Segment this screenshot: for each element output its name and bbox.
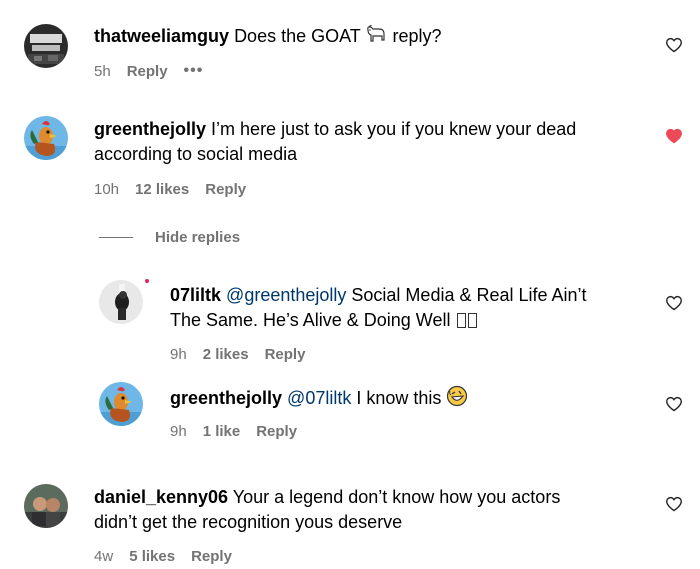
timestamp: 4w [94, 548, 114, 565]
avatar[interactable] [24, 484, 68, 528]
comment-meta: 4w 5 likes Reply [94, 548, 232, 565]
likes-count[interactable]: 5 likes [129, 548, 175, 565]
divider [99, 237, 133, 238]
avatar[interactable] [24, 24, 68, 68]
comment-text: greenthejolly @07liltk I know this [170, 385, 640, 414]
likes-count[interactable]: 12 likes [135, 181, 189, 198]
mention-link[interactable]: @greenthejolly [226, 285, 346, 305]
new-story-dot [145, 279, 149, 283]
heart-icon[interactable] [665, 496, 683, 512]
username[interactable]: 07liltk [170, 285, 221, 305]
username[interactable]: daniel_kenny06 [94, 487, 228, 507]
mention-link[interactable]: @07liltk [287, 388, 351, 408]
comment-body-line2: The Same. He’s Alive & Doing Well [170, 310, 451, 330]
likes-count[interactable]: 1 like [203, 423, 241, 440]
comment-meta: 9h 1 like Reply [170, 423, 297, 440]
timestamp: 9h [170, 423, 187, 440]
timestamp: 9h [170, 346, 187, 363]
username[interactable]: greenthejolly [170, 388, 282, 408]
comment-body: Your a legend don’t know how you actors [232, 487, 561, 507]
hide-replies-button[interactable]: Hide replies [99, 229, 240, 246]
comment-text: 07liltk @greenthejolly Social Media & Re… [170, 283, 640, 333]
goat-emoji-icon [365, 24, 387, 52]
comment-text: thatweeliamguy Does the GOAT reply? [94, 24, 634, 52]
avatar[interactable] [99, 280, 143, 324]
comment-text: daniel_kenny06 Your a legend don’t know … [94, 485, 634, 535]
heart-icon[interactable] [665, 37, 683, 53]
heart-icon[interactable] [665, 396, 683, 412]
timestamp: 5h [94, 62, 111, 80]
comment-body: I’m here just to ask you if you knew you… [211, 119, 577, 139]
comment-body: Does the GOAT [234, 26, 361, 46]
comment-meta: 10h 12 likes Reply [94, 181, 246, 198]
username[interactable]: thatweeliamguy [94, 26, 229, 46]
comment-text: greenthejolly I’m here just to ask you i… [94, 117, 634, 167]
likes-count[interactable]: 2 likes [203, 346, 249, 363]
heart-icon[interactable] [665, 128, 683, 144]
more-options-button[interactable]: ••• [184, 62, 204, 80]
reply-button[interactable]: Reply [256, 423, 297, 440]
heart-icon[interactable] [665, 295, 683, 311]
hide-replies-label[interactable]: Hide replies [155, 229, 240, 246]
reply-button[interactable]: Reply [265, 346, 306, 363]
timestamp: 10h [94, 181, 120, 198]
comment-body-end: reply? [392, 26, 442, 46]
rolling-laughing-emoji-icon [446, 385, 468, 414]
reply-button[interactable]: Reply [191, 548, 232, 565]
comment-body-line2: didn’t get the recognition yous deserve [94, 512, 403, 532]
comment-body: Social Media & Real Life Ain’t [351, 285, 587, 305]
reply-button[interactable]: Reply [127, 63, 168, 80]
missing-glyph-icon [468, 313, 478, 328]
missing-glyph-icon [457, 313, 467, 328]
avatar[interactable] [99, 382, 143, 426]
comment-body-line2: according to social media [94, 144, 298, 164]
comment-body: I know this [356, 388, 442, 408]
reply-button[interactable]: Reply [205, 181, 246, 198]
avatar[interactable] [24, 116, 68, 160]
comment-meta: 5h Reply ••• [94, 62, 203, 80]
comment-meta: 9h 2 likes Reply [170, 346, 305, 363]
username[interactable]: greenthejolly [94, 119, 206, 139]
